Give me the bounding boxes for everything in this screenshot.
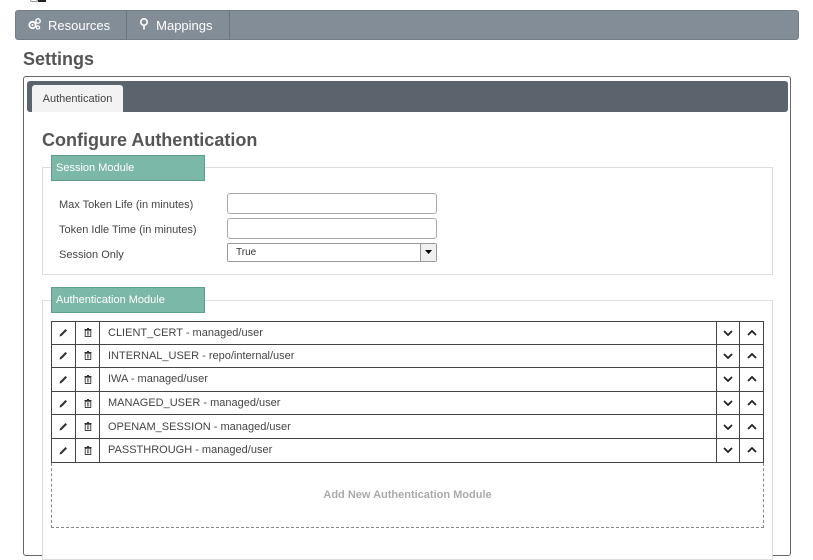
max-token-life-input[interactable] <box>227 193 437 214</box>
auth-module-name: OPENAM_SESSION - managed/user <box>100 415 717 438</box>
settings-panel: Authentication Configure Authentication … <box>23 76 791 560</box>
token-idle-time-input[interactable] <box>227 218 437 239</box>
auth-module-row: PASSTHROUGH - managed/user <box>51 438 764 463</box>
dropdown-arrow-icon <box>420 244 436 261</box>
auth-module-row: CLIENT_CERT - managed/user <box>51 321 764 345</box>
session-only-value: True <box>236 247 257 258</box>
map-marker-icon <box>139 17 149 33</box>
auth-module-row: INTERNAL_USER - repo/internal/user <box>51 344 764 369</box>
chevron-up-icon[interactable] <box>740 392 763 415</box>
section-title: Configure Authentication <box>42 130 258 150</box>
session-module-legend: Session Module <box>51 155 205 181</box>
trash-icon[interactable] <box>76 415 100 438</box>
chevron-down-icon[interactable] <box>717 344 740 368</box>
nav-resources-label: Resources <box>48 17 111 33</box>
auth-module-name: MANAGED_USER - managed/user <box>100 391 717 415</box>
nav-resources[interactable]: Resources <box>16 11 128 39</box>
trash-icon[interactable] <box>76 368 100 391</box>
auth-module-row: IWA - managed/user <box>51 368 764 392</box>
cogs-icon <box>28 17 41 33</box>
nav-mappings-label: Mappings <box>156 17 213 33</box>
chevron-up-icon[interactable] <box>740 345 763 368</box>
pencil-icon[interactable] <box>52 344 76 368</box>
pencil-icon[interactable] <box>52 391 76 415</box>
trash-icon[interactable] <box>76 344 100 368</box>
chevron-down-icon[interactable] <box>717 322 740 344</box>
auth-module-legend: Authentication Module <box>51 287 205 313</box>
auth-module-name: PASSTHROUGH - managed/user <box>100 438 717 462</box>
auth-module-list: CLIENT_CERT - managed/user INTERNAL_USER … <box>51 321 764 463</box>
trash-icon[interactable] <box>76 438 100 462</box>
chevron-down-icon[interactable] <box>717 415 740 438</box>
pencil-icon[interactable] <box>52 415 76 438</box>
add-auth-module-button[interactable]: Add New Authentication Module <box>51 463 764 528</box>
token-idle-time-label: Token Idle Time (in minutes) <box>59 224 197 236</box>
auth-module-row: MANAGED_USER - managed/user <box>51 391 764 416</box>
chevron-up-icon[interactable] <box>740 322 763 344</box>
auth-module-row: OPENAM_SESSION - managed/user <box>51 415 764 439</box>
chevron-down-icon[interactable] <box>717 391 740 415</box>
pencil-icon[interactable] <box>52 322 76 344</box>
pencil-icon[interactable] <box>52 368 76 391</box>
chevron-up-icon[interactable] <box>740 415 763 438</box>
auth-module-name: CLIENT_CERT - managed/user <box>100 322 717 344</box>
chevron-up-icon[interactable] <box>740 439 763 462</box>
session-only-select[interactable]: True <box>227 243 437 262</box>
trash-icon[interactable] <box>76 391 100 415</box>
chevron-up-icon[interactable] <box>740 368 763 391</box>
trash-icon[interactable] <box>76 322 100 344</box>
top-navigation: Resources Mappings <box>15 10 799 40</box>
session-only-label: Session Only <box>59 249 124 261</box>
tab-bar: Authentication <box>27 81 788 112</box>
auth-module-name: INTERNAL_USER - repo/internal/user <box>100 344 717 368</box>
chevron-down-icon[interactable] <box>717 368 740 391</box>
max-token-life-label: Max Token Life (in minutes) <box>59 199 194 211</box>
pencil-icon[interactable] <box>52 438 76 462</box>
page-title: Settings <box>23 49 95 69</box>
auth-module-name: IWA - managed/user <box>100 368 717 391</box>
tab-authentication[interactable]: Authentication <box>32 85 123 112</box>
app-logo <box>30 0 48 2</box>
chevron-down-icon[interactable] <box>717 438 740 462</box>
nav-mappings[interactable]: Mappings <box>127 11 230 39</box>
